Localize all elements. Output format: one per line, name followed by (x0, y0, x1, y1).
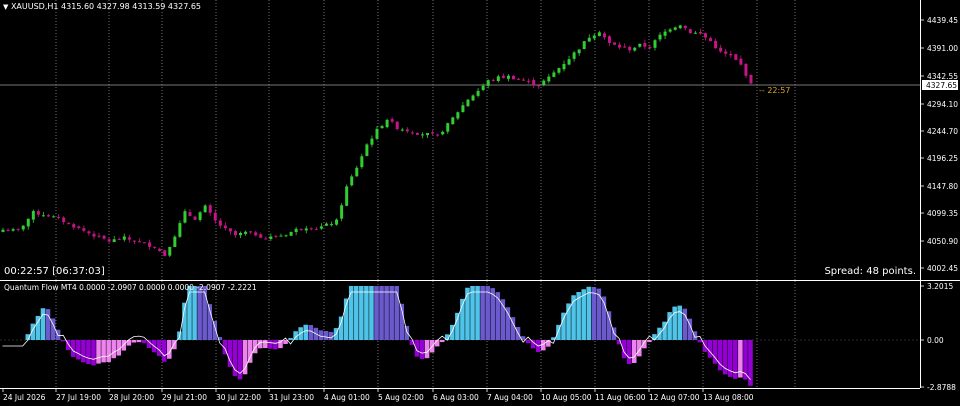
candle (734, 54, 738, 61)
svg-text:-2.8788: -2.8788 (927, 383, 956, 392)
svg-text:4196.25: 4196.25 (927, 154, 958, 163)
svg-text:4391.00: 4391.00 (927, 44, 958, 53)
svg-text:24 Jul 2026: 24 Jul 2026 (3, 393, 46, 402)
candle (183, 208, 187, 224)
chart-area[interactable]: 4439.45 4391.00 4342.55 4294.10 4244.70 … (0, 0, 960, 406)
svg-text:27 Jul 19:00: 27 Jul 19:00 (56, 393, 101, 402)
svg-text:6 Aug 03:00: 6 Aug 03:00 (433, 393, 479, 402)
svg-text:12 Aug 07:00: 12 Aug 07:00 (649, 393, 700, 402)
candle (688, 28, 692, 34)
candle (340, 203, 344, 222)
candle (289, 231, 293, 236)
svg-text:3.2015: 3.2015 (927, 282, 953, 291)
candle (178, 220, 182, 238)
menu-triangle-icon[interactable]: ▼ (3, 3, 8, 11)
svg-text:4147.80: 4147.80 (927, 182, 958, 191)
candle (365, 143, 369, 157)
svg-text:4327.65: 4327.65 (926, 81, 957, 90)
candle (163, 249, 167, 257)
svg-text:31 Jul 23:00: 31 Jul 23:00 (269, 393, 314, 402)
svg-text:11 Aug 06:00: 11 Aug 06:00 (595, 393, 646, 402)
candle (345, 184, 349, 207)
svg-text:4342.55: 4342.55 (927, 72, 958, 81)
svg-text:7 Aug 04:00: 7 Aug 04:00 (487, 393, 533, 402)
svg-text:4439.45: 4439.45 (927, 16, 958, 25)
svg-text:13 Aug 08:00: 13 Aug 08:00 (703, 393, 754, 402)
svg-text:4050.90: 4050.90 (927, 237, 958, 246)
main-price-window[interactable] (0, 0, 920, 280)
svg-text:28 Jul 20:00: 28 Jul 20:00 (109, 393, 154, 402)
main-window-area (0, 0, 920, 280)
spread-text: Spread: 48 points. (824, 266, 916, 277)
svg-text:4099.35: 4099.35 (927, 209, 958, 218)
candle (168, 246, 172, 257)
svg-text:4 Aug 01:00: 4 Aug 01:00 (324, 393, 370, 402)
current-price-marker: 4327.65 (922, 80, 958, 90)
candle (466, 99, 470, 107)
candle (415, 132, 419, 136)
svg-text:5 Aug 02:00: 5 Aug 02:00 (378, 393, 424, 402)
candle (173, 235, 177, 248)
bar-countdown: -- 22:57 (759, 86, 791, 95)
svg-text:4002.45: 4002.45 (927, 264, 958, 273)
svg-text:10 Aug 05:00: 10 Aug 05:00 (541, 393, 592, 402)
svg-text:4294.10: 4294.10 (927, 100, 958, 109)
candle (451, 116, 455, 125)
svg-text:0.00: 0.00 (927, 336, 944, 345)
svg-text:29 Jul 21:00: 29 Jul 21:00 (162, 393, 207, 402)
timer-text: 00:22:57 [06:37:03] (4, 266, 105, 277)
svg-text:30 Jul 22:00: 30 Jul 22:00 (216, 393, 261, 402)
symbol-timeframe: XAUUSD,H1 (10, 2, 59, 11)
ohlc-values: 4315.60 4327.98 4313.59 4327.65 (61, 2, 202, 11)
indicator-title: Quantum Flow MT4 0.0000 -2.0907 0.0000 0… (4, 283, 257, 292)
candle (385, 118, 389, 129)
candle (143, 242, 147, 244)
svg-text:4244.70: 4244.70 (927, 127, 958, 136)
candle (749, 74, 753, 85)
candle (582, 41, 586, 50)
chart-header: ▼ XAUUSD,H1 4315.60 4327.98 4313.59 4327… (3, 2, 201, 11)
